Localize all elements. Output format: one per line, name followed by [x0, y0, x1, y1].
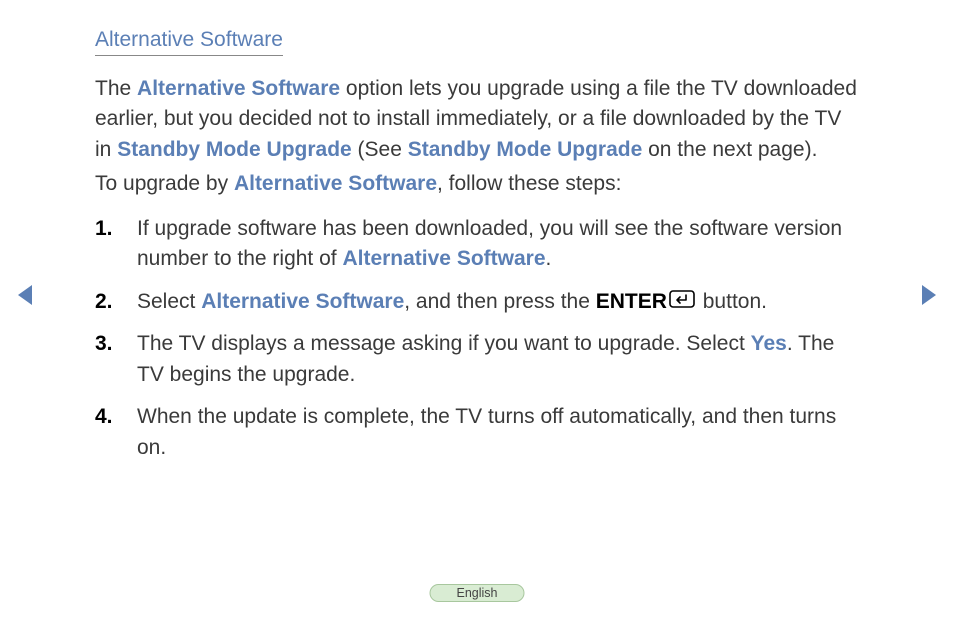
step-number: 2.: [95, 287, 137, 318]
step-item: 4. When the update is complete, the TV t…: [95, 402, 859, 463]
text: button.: [697, 290, 767, 313]
step-text: Select Alternative Software, and then pr…: [137, 287, 859, 318]
intro-paragraph: The Alternative Software option lets you…: [95, 74, 859, 165]
text: The TV displays a message asking if you …: [137, 332, 751, 355]
text: , and then press the: [404, 290, 595, 313]
step-text: The TV displays a message asking if you …: [137, 329, 859, 390]
language-badge: English: [430, 584, 525, 602]
term-yes: Yes: [751, 332, 787, 355]
steps-list: 1. If upgrade software has been download…: [95, 214, 859, 463]
step-item: 3. The TV displays a message asking if y…: [95, 329, 859, 390]
text: When the update is complete, the TV turn…: [137, 405, 836, 458]
text: , follow these steps:: [437, 172, 621, 195]
term-alternative-software: Alternative Software: [342, 247, 545, 270]
text: (See: [352, 138, 408, 161]
text: To upgrade by: [95, 172, 234, 195]
step-text: If upgrade software has been downloaded,…: [137, 214, 859, 275]
enter-icon: [669, 287, 695, 317]
step-number: 4.: [95, 402, 137, 463]
next-page-arrow[interactable]: [922, 285, 936, 305]
term-standby-mode-upgrade: Standby Mode Upgrade: [117, 138, 352, 161]
step-number: 1.: [95, 214, 137, 275]
term-alternative-software: Alternative Software: [201, 290, 404, 313]
followup-paragraph: To upgrade by Alternative Software, foll…: [95, 169, 859, 199]
prev-page-arrow[interactable]: [18, 285, 32, 305]
term-alternative-software: Alternative Software: [234, 172, 437, 195]
section-heading: Alternative Software: [95, 28, 283, 56]
text: .: [546, 247, 552, 270]
text: Select: [137, 290, 201, 313]
step-number: 3.: [95, 329, 137, 390]
step-text: When the update is complete, the TV turn…: [137, 402, 859, 463]
page-content: Alternative Software The Alternative Sof…: [0, 0, 954, 463]
enter-label: ENTER: [596, 290, 667, 313]
step-item: 2. Select Alternative Software, and then…: [95, 287, 859, 318]
text: on the next page).: [642, 138, 817, 161]
step-item: 1. If upgrade software has been download…: [95, 214, 859, 275]
term-alternative-software: Alternative Software: [137, 77, 340, 100]
text: The: [95, 77, 137, 100]
term-standby-mode-upgrade-link: Standby Mode Upgrade: [408, 138, 643, 161]
